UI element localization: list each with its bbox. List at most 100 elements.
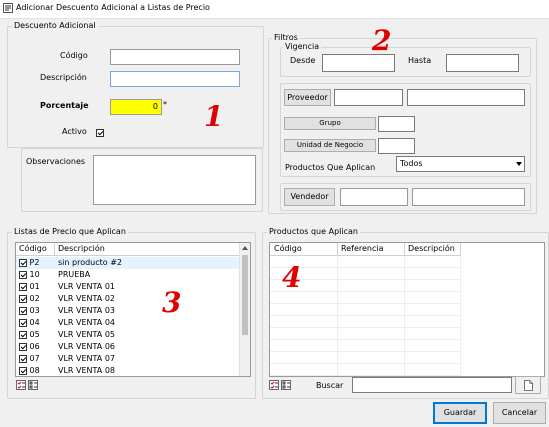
productos-aplican-select[interactable]: Todos (396, 156, 525, 172)
productos-group-title: Productos que Aplican (267, 227, 360, 237)
listas-rows: P2 sin producto #2 10 PRUEBA 01 VLR VENTA 0… (16, 257, 239, 376)
listas-grid-header: Código Descripción (16, 243, 239, 256)
annotation-3: 3 (162, 286, 182, 319)
row-codigo: 08 (29, 366, 40, 375)
porcentaje-value: 0 (152, 102, 158, 111)
new-document-icon (524, 380, 533, 391)
unidad-negocio-field[interactable] (378, 138, 415, 154)
uncheck-all-products-icon[interactable] (281, 380, 291, 390)
row-descripcion: VLR VENTA 02 (58, 294, 116, 303)
grupo-field[interactable] (378, 116, 415, 132)
row-descripcion: VLR VENTA 05 (58, 330, 116, 339)
row-checkbox[interactable] (19, 354, 27, 363)
desde-label: Desde (290, 56, 316, 65)
listas-grid[interactable]: Código Descripción P2 sin producto #2 10 P… (15, 242, 251, 377)
activo-label: Activo (62, 127, 87, 136)
buscar-label: Buscar (316, 381, 344, 390)
check-all-products-icon[interactable] (269, 380, 279, 390)
productos-aplican-value: Todos (400, 159, 423, 168)
list-item[interactable]: 01 VLR VENTA 01 (16, 281, 239, 293)
scroll-thumb[interactable] (242, 255, 248, 335)
descuento-group (7, 26, 264, 148)
codigo-label: Código (60, 51, 88, 60)
list-item[interactable]: 06 VLR VENTA 06 (16, 341, 239, 353)
productos-col-codigo[interactable]: Código (274, 243, 302, 255)
scroll-up-icon[interactable] (242, 246, 248, 250)
list-item[interactable]: 02 VLR VENTA 02 (16, 293, 239, 305)
row-descripcion: VLR VENTA 08 (58, 366, 116, 375)
listas-col-descripcion[interactable]: Descripción (58, 243, 105, 255)
productos-col-descripcion[interactable]: Descripción (408, 243, 455, 255)
row-codigo: 10 (29, 270, 40, 279)
listas-col-codigo[interactable]: Código (19, 243, 47, 255)
row-checkbox[interactable] (19, 330, 27, 339)
row-checkbox[interactable] (19, 270, 27, 279)
row-descripcion: VLR VENTA 07 (58, 354, 116, 363)
vigencia-title: Vigencia (283, 42, 322, 52)
uncheck-all-icon[interactable] (28, 380, 38, 390)
title-bar: Adicionar Descuento Adicional a Listas d… (0, 0, 549, 19)
row-descripcion: VLR VENTA 01 (58, 282, 116, 291)
row-codigo: 02 (29, 294, 40, 303)
proveedor-button[interactable]: Proveedor (284, 89, 331, 106)
hasta-label: Hasta (408, 56, 432, 65)
productos-aplican-label: Productos Que Aplican (285, 163, 376, 172)
descripcion-field[interactable] (110, 71, 240, 87)
grupo-button[interactable]: Grupo (284, 117, 376, 130)
annotation-2: 2 (372, 24, 392, 57)
row-descripcion: VLR VENTA 06 (58, 342, 116, 351)
row-checkbox[interactable] (19, 318, 27, 327)
unidad-negocio-button[interactable]: Unidad de Negocio (284, 139, 376, 152)
list-item[interactable]: 05 VLR VENTA 05 (16, 329, 239, 341)
annotation-4: 4 (282, 261, 302, 294)
vendedor-name-field[interactable] (412, 188, 525, 206)
row-checkbox[interactable] (19, 258, 27, 267)
cancelar-button[interactable]: Cancelar (493, 402, 546, 424)
guardar-button[interactable]: Guardar (433, 402, 487, 424)
porcentaje-label: Porcentaje (40, 101, 89, 110)
observaciones-field[interactable] (93, 155, 256, 205)
row-checkbox[interactable] (19, 366, 27, 375)
buscar-button[interactable] (515, 376, 541, 394)
codigo-field[interactable] (110, 49, 240, 65)
row-checkbox[interactable] (19, 294, 27, 303)
list-item[interactable]: 04 VLR VENTA 04 (16, 317, 239, 329)
list-item[interactable]: 10 PRUEBA (16, 269, 239, 281)
proveedor-name-field[interactable] (407, 89, 525, 106)
row-codigo: 06 (29, 342, 40, 351)
row-descripcion: VLR VENTA 03 (58, 306, 116, 315)
observaciones-label: Observaciones (26, 157, 86, 166)
row-codigo: 01 (29, 282, 40, 291)
row-descripcion: sin producto #2 (58, 258, 123, 267)
listas-scrollbar[interactable] (239, 243, 250, 376)
vendedor-button[interactable]: Vendedor (284, 188, 335, 206)
row-checkbox[interactable] (19, 342, 27, 351)
row-checkbox[interactable] (19, 306, 27, 315)
row-checkbox[interactable] (19, 282, 27, 291)
porcentaje-field[interactable]: 0 (110, 99, 162, 115)
row-descripcion: PRUEBA (58, 270, 91, 279)
window-title: Adicionar Descuento Adicional a Listas d… (16, 3, 210, 12)
dropdown-arrow-icon (516, 162, 522, 166)
listas-group-title: Listas de Precio que Aplican (12, 227, 128, 237)
vendedor-code-field[interactable] (340, 188, 408, 206)
proveedor-code-field[interactable] (334, 89, 403, 106)
descripcion-label: Descripción (40, 73, 87, 82)
row-codigo: 04 (29, 318, 40, 327)
hasta-field[interactable] (446, 54, 519, 72)
required-mark: * (163, 100, 167, 109)
annotation-1: 1 (204, 100, 224, 133)
row-codigo: 05 (29, 330, 40, 339)
productos-col-referencia[interactable]: Referencia (341, 243, 384, 255)
list-item[interactable]: 08 VLR VENTA 08 (16, 365, 239, 376)
buscar-field[interactable] (352, 377, 512, 393)
list-item[interactable]: 07 VLR VENTA 07 (16, 353, 239, 365)
app-icon (3, 3, 13, 13)
check-all-icon[interactable] (16, 380, 26, 390)
row-codigo: P2 (29, 258, 40, 267)
list-item[interactable]: P2 sin producto #2 (16, 257, 239, 269)
list-item[interactable]: 03 VLR VENTA 03 (16, 305, 239, 317)
productos-grid[interactable]: Código Referencia Descripción (269, 242, 545, 377)
activo-checkbox[interactable] (96, 128, 104, 137)
productos-grid-header: Código Referencia Descripción (270, 243, 461, 256)
